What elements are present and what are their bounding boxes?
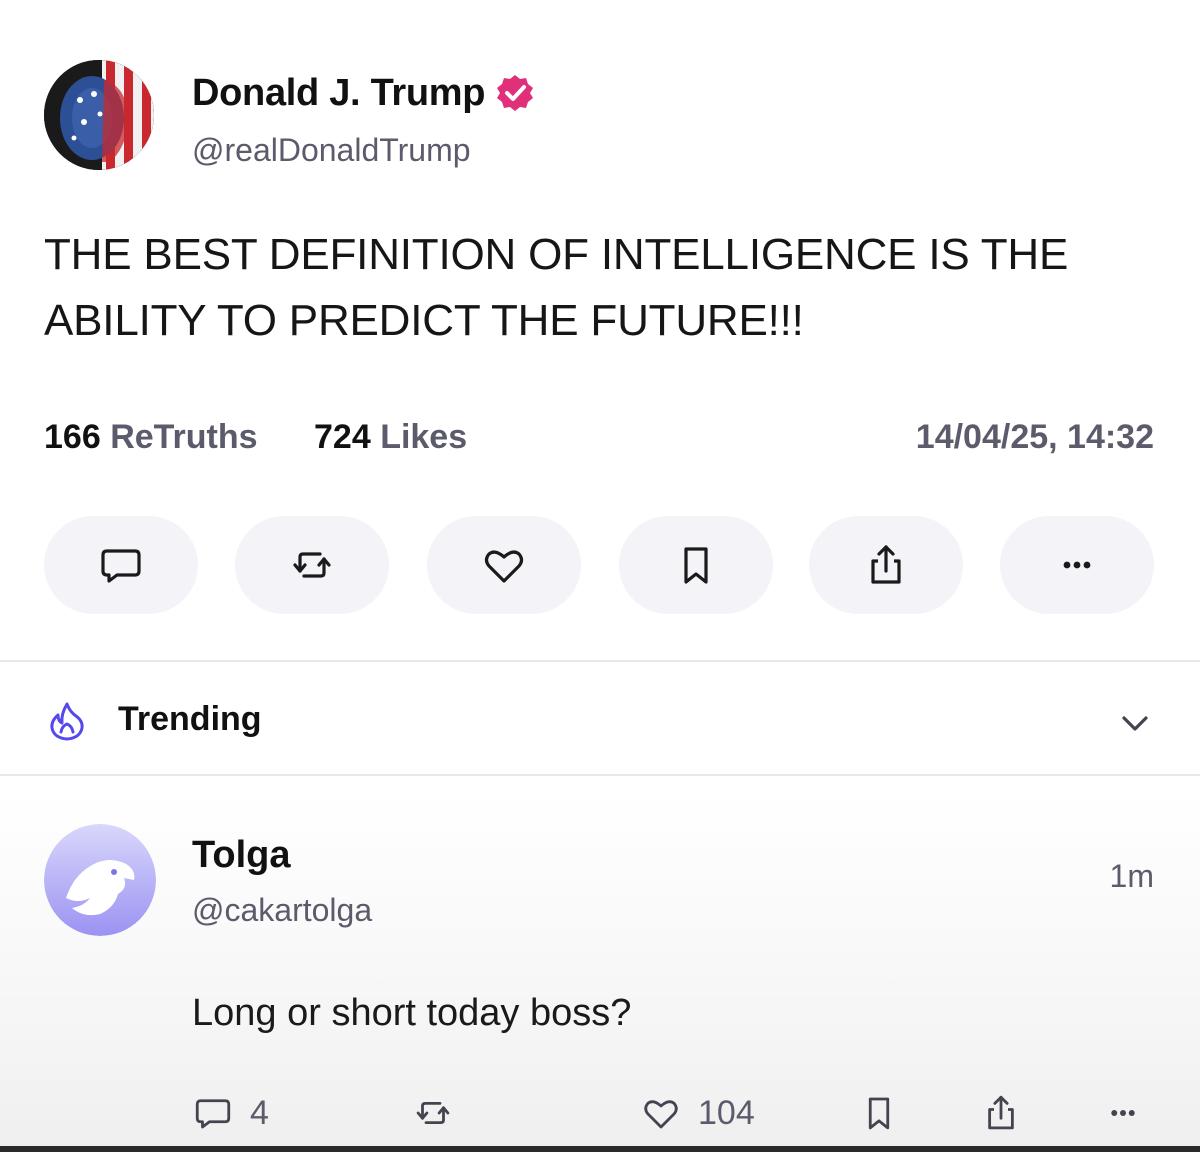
share-icon xyxy=(871,545,901,584)
reply-handle[interactable]: @cakartolga xyxy=(192,892,372,929)
like-button[interactable] xyxy=(427,516,581,614)
reply-more-button[interactable] xyxy=(1102,1088,1144,1138)
reply-action-bar: 4 104 xyxy=(192,1088,1156,1138)
more-button[interactable] xyxy=(1000,516,1154,614)
reply-icon xyxy=(101,549,141,583)
post-action-bar xyxy=(44,516,1154,614)
more-icon xyxy=(1111,1110,1135,1116)
reply-bookmark-button[interactable] xyxy=(858,1088,900,1138)
likes-stat[interactable]: 724 Likes xyxy=(314,418,467,457)
divider xyxy=(0,774,1200,776)
more-icon xyxy=(1063,561,1091,569)
bookmark-icon xyxy=(684,547,708,584)
post-body: THE BEST DEFINITION OF INTELLIGENCE IS T… xyxy=(44,230,1069,345)
post-header: Donald J. Trump @realDonaldTrump xyxy=(44,60,1144,170)
avatar[interactable] xyxy=(44,60,154,170)
retruth-icon xyxy=(416,1101,450,1125)
handle[interactable]: @realDonaldTrump xyxy=(192,132,471,169)
reply-retruth-button[interactable] xyxy=(412,1088,454,1138)
likes-label: Likes xyxy=(380,418,468,456)
retruths-count: 166 xyxy=(44,418,101,456)
post-timestamp: 14/04/25, 14:32 xyxy=(915,418,1154,456)
truth-social-screen: Donald J. Trump @realDonaldTrump THE BES… xyxy=(0,0,1200,1152)
bookmark-button[interactable] xyxy=(619,516,773,614)
reply-icon xyxy=(195,1099,231,1129)
reply-like-button[interactable]: 104 xyxy=(640,1088,755,1138)
bookmark-icon xyxy=(868,1097,890,1130)
heart-icon xyxy=(644,1100,678,1129)
like-count: 104 xyxy=(698,1093,755,1132)
post-stats: 166 ReTruths 724 Likes 14/04/25, 14:32 xyxy=(44,414,1154,462)
reply-body: Long or short today boss? xyxy=(192,992,632,1034)
retruth-button[interactable] xyxy=(235,516,389,614)
reply-time: 1m xyxy=(1109,858,1154,894)
share-button[interactable] xyxy=(809,516,963,614)
reply-comment-button[interactable]: 4 xyxy=(192,1088,269,1138)
retruth-icon xyxy=(293,552,331,578)
retruths-label: ReTruths xyxy=(110,418,258,456)
display-name[interactable]: Donald J. Trump xyxy=(192,72,486,115)
chevron-down-icon xyxy=(1122,716,1148,731)
trending-label: Trending xyxy=(118,700,262,738)
reply-count: 4 xyxy=(250,1093,269,1132)
likes-count: 724 xyxy=(314,418,371,456)
heart-icon xyxy=(484,550,524,583)
retruths-stat[interactable]: 166 ReTruths xyxy=(44,418,258,457)
trending-section-toggle[interactable]: Trending xyxy=(44,690,1154,750)
flame-icon xyxy=(50,702,84,741)
divider xyxy=(0,660,1200,662)
reply-display-name[interactable]: Tolga xyxy=(192,834,291,877)
bottom-edge xyxy=(0,1146,1200,1152)
reply-avatar[interactable] xyxy=(44,824,156,936)
verified-badge-icon xyxy=(497,75,534,111)
reply-button[interactable] xyxy=(44,516,198,614)
reply-share-button[interactable] xyxy=(980,1088,1022,1138)
share-icon xyxy=(988,1095,1014,1130)
display-name-row: Donald J. Trump xyxy=(192,68,535,118)
